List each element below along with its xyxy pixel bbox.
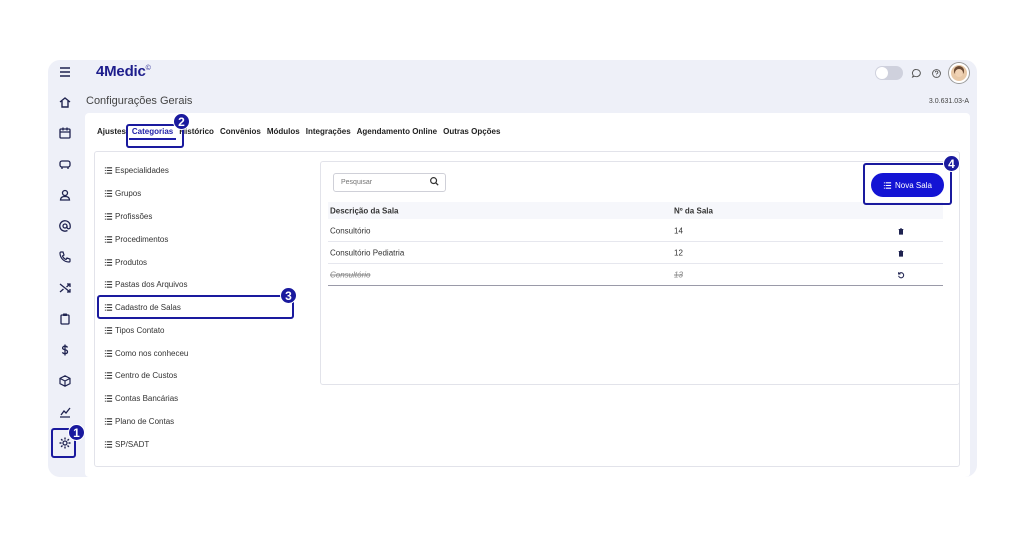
shuffle-icon[interactable] (48, 276, 82, 300)
category-label: Produtos (115, 257, 148, 267)
list-icon (104, 440, 113, 448)
chart-icon[interactable] (48, 400, 82, 424)
list-icon (104, 394, 113, 402)
tab-categorias[interactable]: Categorias (128, 127, 177, 140)
tab-modulos[interactable]: Módulos (264, 127, 303, 140)
category-label: SP/SADT (115, 439, 150, 449)
table-row[interactable]: Consultório 13 (328, 264, 943, 286)
menu-icon[interactable] (48, 60, 82, 84)
column-header-description: Descrição da Sala (330, 206, 399, 215)
categories-container: Especialidades Grupos Profissões Procedi… (94, 151, 960, 467)
chat-icon[interactable] (909, 66, 923, 80)
theme-toggle[interactable] (875, 66, 903, 80)
room-description: Consultório (330, 226, 371, 235)
logo-mark: © (145, 65, 151, 72)
category-plano-de-contas[interactable]: Plano de Contas (104, 413, 174, 429)
rooms-panel: Nova Sala Descrição da Sala Nº da Sala C… (320, 161, 960, 385)
list-icon (104, 280, 113, 288)
category-label: Contas Bancárias (115, 393, 179, 403)
category-como-nos-conheceu[interactable]: Como nos conheceu (104, 345, 188, 361)
category-tipos-contato[interactable]: Tipos Contato (104, 322, 165, 338)
top-right-controls (875, 63, 969, 83)
new-room-label: Nova Sala (895, 180, 932, 190)
category-produtos[interactable]: Produtos (104, 254, 147, 270)
tab-outras-opcoes[interactable]: Outras Opções (440, 127, 503, 140)
tab-convenios[interactable]: Convênios (217, 127, 264, 140)
avatar[interactable] (949, 63, 969, 83)
list-icon (104, 371, 113, 379)
list-icon (104, 417, 113, 425)
table-header: Descrição da Sala Nº da Sala (328, 202, 943, 219)
step-badge-2: 2 (173, 113, 190, 130)
category-especialidades[interactable]: Especialidades (104, 162, 169, 178)
help-icon[interactable] (929, 66, 943, 80)
step-badge-4: 4 (943, 155, 960, 172)
top-bar: 4Medic© (82, 60, 977, 86)
tab-bar: Ajustes Categorias Histórico Convênios M… (94, 127, 503, 140)
step-badge-3: 3 (280, 287, 297, 304)
table-row[interactable]: Consultório Pediatria 12 (328, 242, 943, 264)
dollar-icon[interactable] (48, 338, 82, 362)
category-grupos[interactable]: Grupos (104, 185, 141, 201)
room-description-disabled: Consultório (330, 270, 371, 279)
category-label: Cadastro de Salas (115, 302, 181, 312)
list-icon (104, 235, 113, 243)
list-icon (104, 326, 113, 334)
room-number: 14 (674, 226, 683, 235)
category-label: Grupos (115, 188, 142, 198)
box-icon[interactable] (48, 369, 82, 393)
trash-icon[interactable] (896, 248, 906, 258)
tab-agendamento-online[interactable]: Agendamento Online (354, 127, 440, 140)
sidebar (48, 60, 82, 477)
list-icon (883, 181, 892, 189)
home-icon[interactable] (48, 90, 82, 114)
at-icon[interactable] (48, 214, 82, 238)
list-icon (104, 212, 113, 220)
category-cadastro-de-salas[interactable]: Cadastro de Salas (104, 299, 181, 315)
clipboard-icon[interactable] (48, 307, 82, 331)
list-icon (104, 349, 113, 357)
list-icon (104, 166, 113, 174)
category-label: Plano de Contas (115, 416, 175, 426)
category-procedimentos[interactable]: Procedimentos (104, 231, 168, 247)
room-number: 12 (674, 248, 683, 257)
sofa-icon[interactable] (48, 152, 82, 176)
logo[interactable]: 4Medic© (96, 63, 151, 80)
list-icon (104, 258, 113, 266)
category-sp-sadt[interactable]: SP/SADT (104, 436, 149, 452)
restore-icon[interactable] (896, 270, 906, 280)
category-label: Pastas dos Arquivos (115, 279, 188, 289)
new-room-button[interactable]: Nova Sala (871, 173, 944, 197)
category-label: Como nos conheceu (115, 348, 189, 358)
category-contas-bancarias[interactable]: Contas Bancárias (104, 390, 178, 406)
category-pastas-dos-arquivos[interactable]: Pastas dos Arquivos (104, 276, 187, 292)
table-row[interactable]: Consultório 14 (328, 220, 943, 242)
list-icon (104, 189, 113, 197)
trash-icon[interactable] (896, 226, 906, 236)
search-icon[interactable] (429, 176, 440, 187)
user-icon[interactable] (48, 183, 82, 207)
phone-icon[interactable] (48, 245, 82, 269)
tab-integracoes[interactable]: Integrações (303, 127, 354, 140)
category-profissoes[interactable]: Profissões (104, 208, 152, 224)
room-description: Consultório Pediatria (330, 248, 405, 257)
column-header-number: Nº da Sala (674, 206, 713, 215)
calendar-icon[interactable] (48, 121, 82, 145)
room-number-disabled: 13 (674, 270, 683, 279)
tab-ajustes[interactable]: Ajustes (94, 127, 129, 140)
list-icon (104, 303, 113, 311)
category-label: Procedimentos (115, 234, 169, 244)
page-title: Configurações Gerais (86, 95, 193, 107)
category-label: Centro de Custos (115, 370, 178, 380)
settings-card: Ajustes Categorias Histórico Convênios M… (85, 113, 970, 477)
category-label: Especialidades (115, 165, 169, 175)
step-badge-1: 1 (68, 424, 85, 441)
version-label: 3.0.631.03-A (928, 98, 969, 105)
category-centro-de-custos[interactable]: Centro de Custos (104, 367, 177, 383)
category-label: Profissões (115, 211, 153, 221)
category-label: Tipos Contato (115, 325, 165, 335)
